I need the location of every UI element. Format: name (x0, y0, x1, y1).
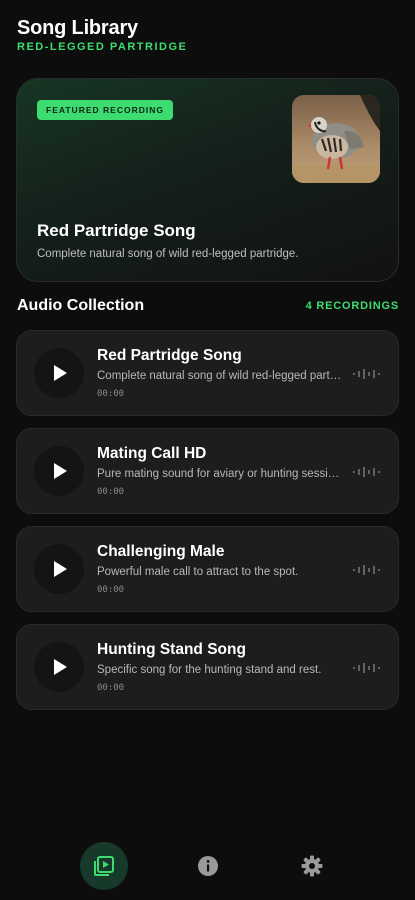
nav-info[interactable] (184, 842, 232, 890)
track-list: Red Partridge Song Complete natural song… (16, 330, 399, 722)
play-button[interactable] (34, 642, 84, 692)
page-title: Song Library (17, 17, 138, 39)
play-icon (54, 659, 67, 675)
list-item[interactable]: Hunting Stand Song Specific song for the… (16, 624, 399, 710)
track-title: Red Partridge Song (97, 347, 242, 364)
track-time: 00:00 (97, 487, 125, 497)
track-description: Complete natural song of wild red-legged… (97, 370, 343, 382)
play-button[interactable] (34, 544, 84, 594)
gear-icon (301, 855, 323, 877)
info-icon (198, 856, 218, 876)
play-icon (54, 561, 67, 577)
waveform-icon (353, 663, 380, 673)
featured-title: Red Partridge Song (37, 221, 196, 240)
section-title: Audio Collection (17, 297, 145, 314)
track-description: Pure mating sound for aviary or hunting … (97, 468, 343, 480)
section-header: Audio Collection 4 RECORDINGS (17, 297, 399, 317)
waveform-icon (353, 369, 380, 379)
track-time: 00:00 (97, 389, 125, 399)
page-subtitle: RED-LEGGED PARTRIDGE (17, 41, 188, 53)
track-title: Hunting Stand Song (97, 641, 246, 658)
nav-settings[interactable] (288, 842, 336, 890)
featured-recording-card[interactable]: FEATURED RECORDING Red Partridge Song Co… (16, 78, 399, 282)
play-button[interactable] (34, 446, 84, 496)
track-description: Powerful male call to attract to the spo… (97, 566, 299, 578)
nav-library[interactable] (80, 842, 128, 890)
partridge-photo (292, 95, 380, 183)
list-item[interactable]: Challenging Male Powerful male call to a… (16, 526, 399, 612)
recordings-count: 4 RECORDINGS (305, 300, 399, 312)
waveform-icon (353, 467, 380, 477)
header: Song Library RED-LEGGED PARTRIDGE (17, 16, 187, 53)
play-icon (54, 365, 67, 381)
list-item[interactable]: Red Partridge Song Complete natural song… (16, 330, 399, 416)
waveform-icon (353, 565, 380, 575)
track-title: Mating Call HD (97, 445, 207, 462)
track-time: 00:00 (97, 683, 125, 693)
playlist-play-icon (94, 856, 114, 876)
play-button[interactable] (34, 348, 84, 398)
featured-description: Complete natural song of wild red-legged… (37, 248, 299, 260)
list-item[interactable]: Mating Call HD Pure mating sound for avi… (16, 428, 399, 514)
track-description: Specific song for the hunting stand and … (97, 664, 322, 676)
play-icon (54, 463, 67, 479)
track-time: 00:00 (97, 585, 125, 595)
featured-badge: FEATURED RECORDING (37, 100, 173, 120)
track-title: Challenging Male (97, 543, 225, 560)
bottom-nav (0, 834, 415, 894)
